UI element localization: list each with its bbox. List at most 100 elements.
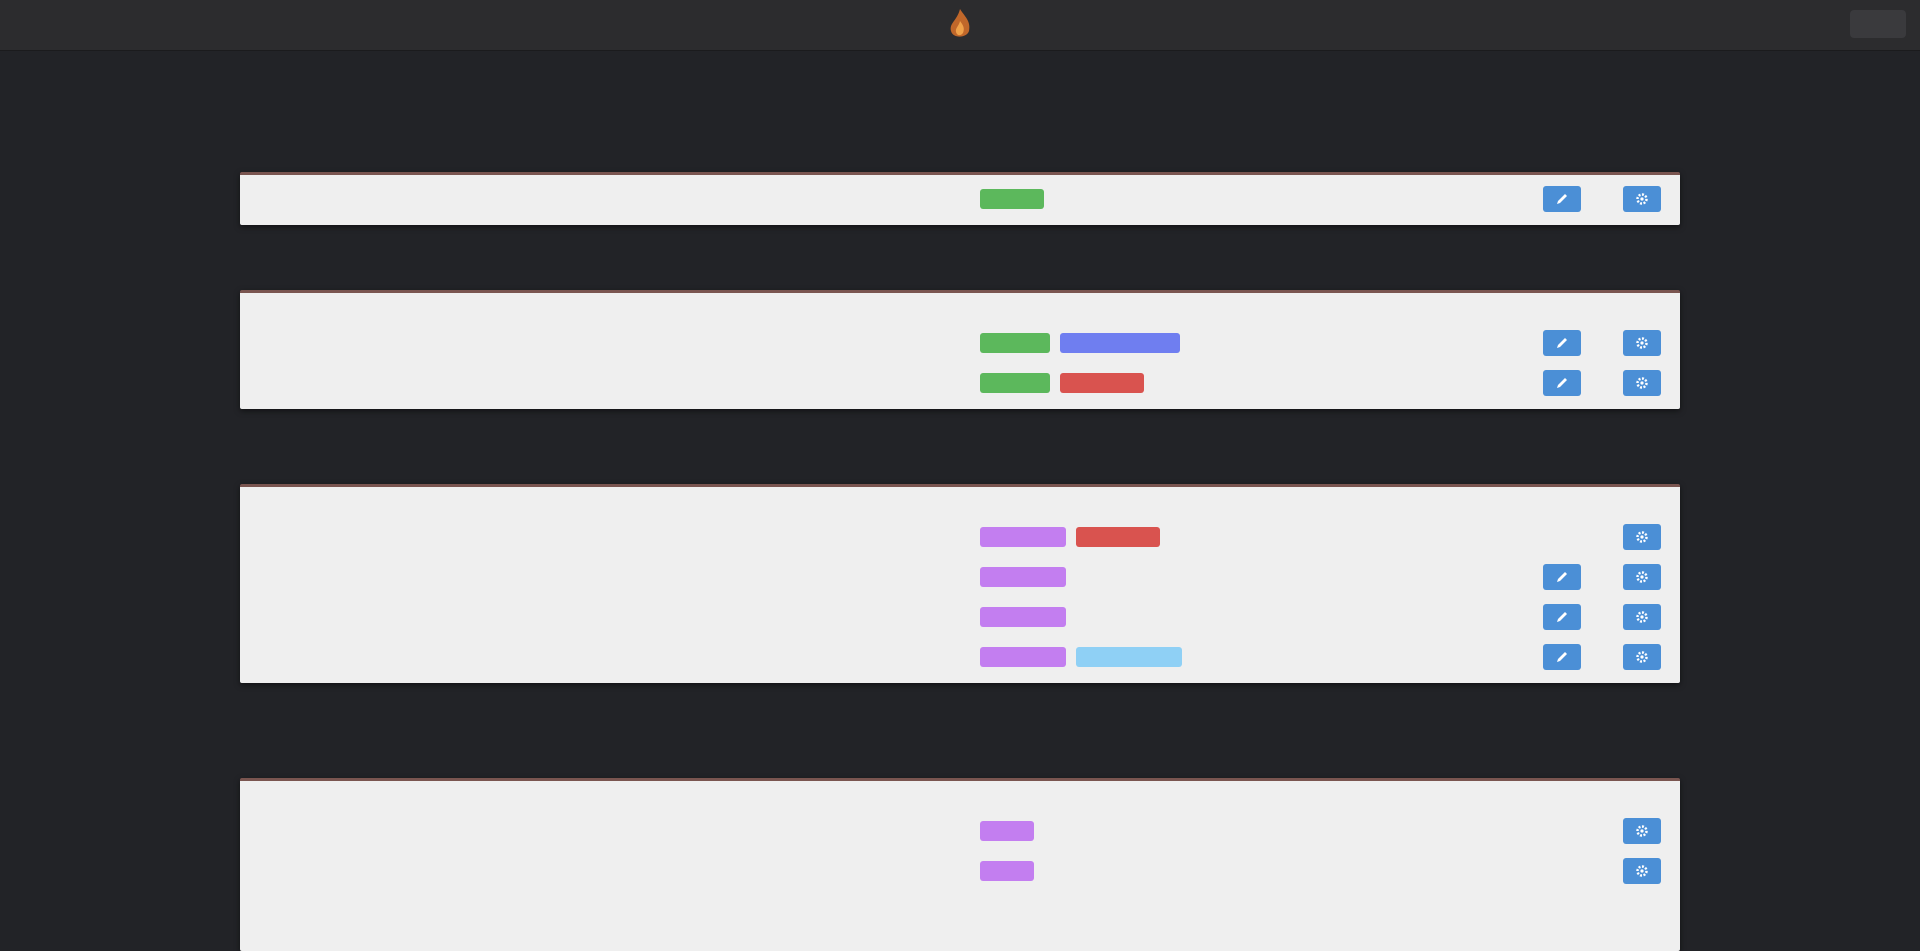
row-tags (980, 179, 1300, 219)
table-row[interactable] (240, 851, 1680, 891)
gear-icon (1636, 531, 1648, 543)
pencil-icon (1557, 194, 1567, 204)
row-name[interactable] (284, 179, 964, 219)
table (240, 484, 1680, 683)
table-row[interactable] (240, 517, 1680, 557)
row-date (1338, 851, 1518, 891)
settings-button[interactable] (1623, 186, 1661, 212)
table-row[interactable] (240, 323, 1680, 363)
table-row[interactable] (240, 811, 1680, 851)
edit-button[interactable] (1543, 330, 1581, 356)
pencil-icon (1557, 572, 1567, 582)
row-action-1 (1540, 637, 1584, 677)
section-2 (240, 268, 1680, 409)
row-name[interactable] (284, 517, 964, 557)
row-tags (980, 517, 1300, 557)
row-action-2 (1620, 597, 1664, 637)
status-tag (980, 373, 1050, 393)
nav-link-home[interactable] (14, 14, 84, 36)
status-tag (980, 861, 1034, 881)
settings-button[interactable] (1623, 818, 1661, 844)
gear-icon (1636, 611, 1648, 623)
settings-button[interactable] (1623, 644, 1661, 670)
row-action-1 (1540, 597, 1584, 637)
row-action-1 (1540, 179, 1584, 219)
nav-link-section[interactable] (122, 14, 262, 36)
settings-button[interactable] (1623, 858, 1661, 884)
row-action-2 (1620, 323, 1664, 363)
settings-button[interactable] (1623, 330, 1661, 356)
settings-button[interactable] (1623, 524, 1661, 550)
column-header-name (284, 491, 964, 517)
section-title (240, 462, 1680, 484)
edit-button[interactable] (1543, 564, 1581, 590)
edit-button[interactable] (1543, 644, 1581, 670)
row-action-1 (1540, 517, 1584, 557)
table-row[interactable] (240, 557, 1680, 597)
pencil-icon (1557, 378, 1567, 388)
section-title (240, 268, 1680, 290)
row-action-2 (1620, 179, 1664, 219)
gear-icon (1636, 865, 1648, 877)
row-action-1 (1540, 323, 1584, 363)
row-name[interactable] (284, 363, 964, 403)
flame-logo-icon[interactable] (940, 4, 980, 44)
table-row[interactable] (240, 179, 1680, 219)
table (240, 172, 1680, 225)
row-date (1338, 323, 1518, 363)
row-name[interactable] (284, 597, 964, 637)
status-tag (980, 333, 1050, 353)
table (240, 778, 1680, 951)
section-title (240, 150, 1680, 172)
status-tag (980, 189, 1044, 209)
table-header-row (240, 491, 1680, 517)
row-tags (980, 597, 1300, 637)
row-date (1338, 363, 1518, 403)
row-date (1338, 597, 1518, 637)
table-header-row (240, 785, 1680, 811)
table-row[interactable] (240, 363, 1680, 403)
gear-icon (1636, 651, 1648, 663)
column-header-date (1338, 785, 1518, 811)
table-header-row (240, 297, 1680, 323)
status-tag (980, 527, 1066, 547)
column-header-tags (980, 491, 1300, 517)
row-date (1338, 557, 1518, 597)
status-tag (980, 647, 1066, 667)
settings-button[interactable] (1623, 604, 1661, 630)
row-action-2 (1620, 851, 1664, 891)
row-name[interactable] (284, 811, 964, 851)
status-tag (980, 567, 1066, 587)
column-header-name (284, 785, 964, 811)
row-date (1338, 517, 1518, 557)
status-tag (980, 821, 1034, 841)
row-action-2 (1620, 557, 1664, 597)
table-row[interactable] (240, 597, 1680, 637)
pencil-icon (1557, 338, 1567, 348)
row-name[interactable] (284, 323, 964, 363)
category-tag (1076, 647, 1182, 667)
column-header-date (1338, 491, 1518, 517)
status-tag (980, 607, 1066, 627)
edit-button[interactable] (1543, 370, 1581, 396)
row-name[interactable] (284, 557, 964, 597)
settings-button[interactable] (1623, 564, 1661, 590)
column-header-tags (980, 297, 1300, 323)
column-header-name (284, 297, 964, 323)
row-date (1338, 637, 1518, 677)
row-name[interactable] (284, 637, 964, 677)
settings-button[interactable] (1623, 370, 1661, 396)
section-3 (240, 462, 1680, 683)
table-row[interactable] (240, 637, 1680, 677)
edit-button[interactable] (1543, 604, 1581, 630)
row-action-2 (1620, 363, 1664, 403)
gear-icon (1636, 571, 1648, 583)
row-name[interactable] (284, 851, 964, 891)
row-date (1338, 179, 1518, 219)
row-tags (980, 637, 1300, 677)
row-action-2 (1620, 811, 1664, 851)
row-action-2 (1620, 637, 1664, 677)
column-header-tags (980, 785, 1300, 811)
account-button[interactable] (1850, 10, 1906, 38)
edit-button[interactable] (1543, 186, 1581, 212)
